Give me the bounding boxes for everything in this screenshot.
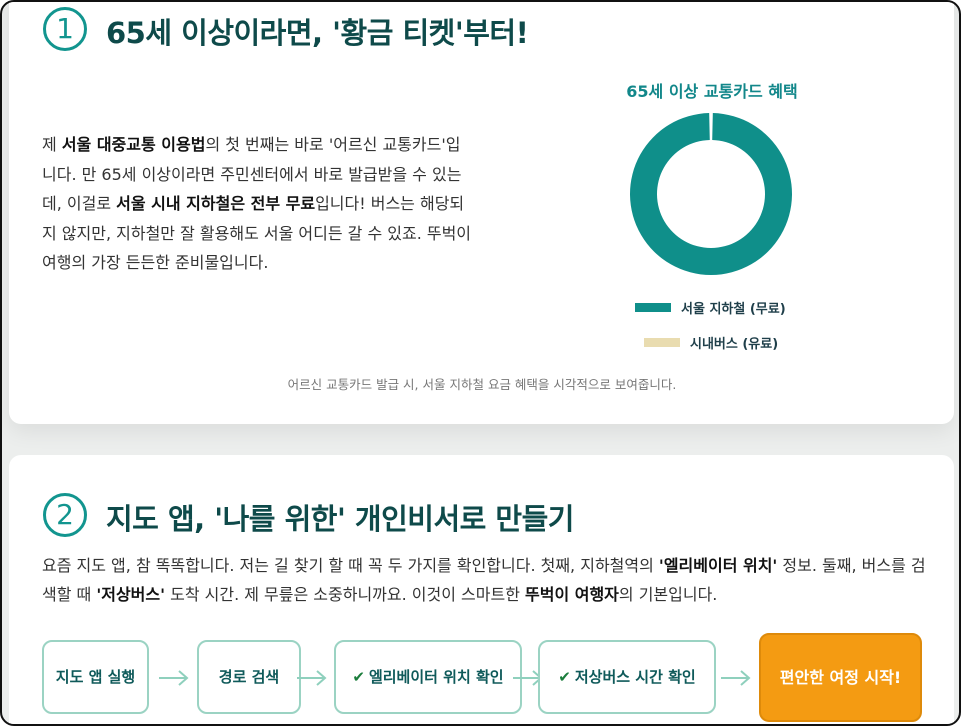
legend-swatch-subway	[635, 303, 671, 312]
step-label: 경로 검색	[218, 667, 280, 686]
legend-label-subway: 서울 지하철 (무료)	[681, 302, 786, 317]
legend-item-bus: 시내버스 (유료)	[644, 333, 778, 352]
step-check-elevator: ✔ 엘리베이터 위치 확인	[334, 640, 522, 714]
legend-label-bus: 시내버스 (유료)	[690, 337, 779, 352]
step-final-label: 편안한 여정 시작!	[779, 668, 902, 687]
section-2-title: 지도 앱, '나를 위한' 개인비서로 만들기	[106, 502, 574, 536]
step-check-low-floor-bus: ✔ 저상버스 시간 확인	[538, 640, 716, 714]
arrow-right-icon	[159, 670, 189, 686]
section-1-title: 65세 이상이라면, '황금 티켓'부터!	[106, 16, 529, 50]
chart-caption: 어르신 교통카드 발급 시, 서울 지하철 요금 혜택을 시각적으로 보여줍니다…	[287, 377, 677, 392]
step-open-map-app: 지도 앱 실행	[42, 640, 149, 714]
check-icon: ✔	[352, 667, 365, 686]
donut-chart	[630, 113, 792, 275]
check-icon: ✔	[558, 667, 571, 686]
step-label: 지도 앱 실행	[55, 667, 136, 686]
legend-item-subway: 서울 지하철 (무료)	[635, 298, 786, 317]
step-route-search: 경로 검색	[197, 640, 301, 714]
donut-slice-subway	[630, 113, 792, 275]
section-2-paragraph: 요즘 지도 앱, 참 똑똑합니다. 저는 길 찾기 할 때 꼭 두 가지를 확인…	[42, 556, 926, 604]
arrow-right-icon	[297, 670, 327, 686]
step-label: 저상버스 시간 확인	[574, 667, 696, 686]
legend-swatch-bus	[644, 338, 680, 347]
step-comfortable-journey: 편안한 여정 시작!	[759, 633, 922, 722]
section-2-number: 2	[43, 493, 87, 537]
arrow-right-icon	[721, 670, 751, 686]
step-label: 엘리베이터 위치 확인	[368, 667, 504, 686]
chart-title: 65세 이상 교통카드 혜택	[626, 82, 798, 101]
section-1-paragraph: 제 서울 대중교통 이용법의 첫 번째는 바로 '어르신 교통카드'입니다. 만…	[42, 135, 472, 272]
page-frame: 1 65세 이상이라면, '황금 티켓'부터! 제 서울 대중교통 이용법의 첫…	[0, 0, 961, 726]
section-1-number: 1	[43, 7, 87, 51]
